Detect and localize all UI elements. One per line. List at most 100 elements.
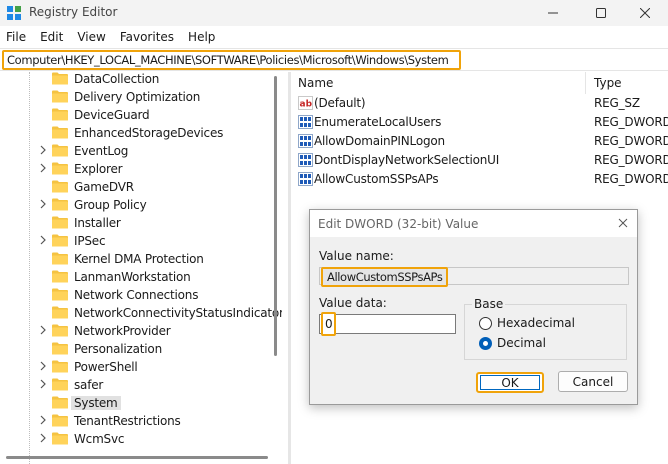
tree-item-label: Network Connections — [74, 288, 199, 302]
value-row[interactable]: AllowDomainPINLogon REG_DWORD — [292, 132, 668, 151]
tree-item[interactable]: EnhancedStorageDevices — [0, 124, 268, 142]
hexadecimal-radio[interactable] — [479, 317, 492, 330]
tree-vertical-scroll-thumb[interactable] — [274, 76, 277, 356]
tree-item[interactable]: EventLog — [0, 142, 268, 160]
chevron-right-icon[interactable] — [40, 145, 50, 157]
tree-item[interactable]: TenantRestrictions — [0, 412, 268, 430]
tree-item-label: Delivery Optimization — [74, 90, 201, 104]
tree-item-label: TenantRestrictions — [74, 414, 181, 428]
tree-item-label: EventLog — [74, 144, 129, 158]
cancel-button[interactable]: Cancel — [558, 371, 628, 392]
folder-icon — [52, 270, 68, 283]
value-data-text[interactable]: 0 — [321, 312, 336, 336]
tree-item[interactable]: Installer — [0, 214, 268, 232]
tree-item[interactable]: Personalization — [0, 340, 268, 358]
tree-item[interactable]: WcmSvc — [0, 430, 268, 448]
address-path-input[interactable]: Computer\HKEY_LOCAL_MACHINE\SOFTWARE\Pol… — [2, 50, 461, 70]
value-row[interactable]: ab (Default) REG_SZ — [292, 94, 668, 113]
tree-item[interactable]: Kernel DMA Protection — [0, 250, 268, 268]
menu-bar: File Edit View Favorites Help — [0, 27, 668, 47]
value-data-label: Value data: — [319, 296, 387, 310]
dialog-title: Edit DWORD (32-bit) Value — [318, 217, 479, 231]
tree-item-label: Explorer — [74, 162, 123, 176]
tree-item[interactable]: Explorer — [0, 160, 268, 178]
tree-item[interactable]: Delivery Optimization — [0, 88, 268, 106]
chevron-right-icon[interactable] — [40, 379, 50, 391]
key-tree-pane: DataCollection Delivery Optimization Devic… — [0, 72, 282, 464]
tree-item[interactable]: IPSec — [0, 232, 268, 250]
dialog-close-icon[interactable] — [615, 215, 631, 231]
value-row[interactable]: AllowCustomSSPsAPs REG_DWORD — [292, 170, 668, 189]
chevron-right-icon[interactable] — [40, 163, 50, 175]
maximize-icon — [596, 8, 606, 18]
tree-item-label: NetworkConnectivityStatusIndicator — [74, 306, 282, 320]
chevron-right-icon[interactable] — [40, 325, 50, 337]
chevron-right-icon[interactable] — [40, 415, 50, 427]
tree-horizontal-scroll-thumb[interactable] — [6, 456, 268, 459]
value-name-label: Value name: — [319, 249, 394, 263]
folder-icon — [52, 306, 68, 319]
folder-icon — [52, 396, 68, 409]
tree-item-label: System — [71, 396, 121, 410]
chevron-right-icon[interactable] — [40, 361, 50, 373]
value-row[interactable]: EnumerateLocalUsers REG_DWORD — [292, 113, 668, 132]
value-name: DontDisplayNetworkSelectionUI — [314, 153, 500, 167]
tree-vertical-scrollbar[interactable] — [272, 72, 278, 464]
tree-item[interactable]: DeviceGuard — [0, 106, 268, 124]
menu-favorites[interactable]: Favorites — [120, 30, 174, 44]
value-type: REG_DWORD — [594, 115, 668, 129]
chevron-right-icon[interactable] — [40, 235, 50, 247]
value-data-input[interactable]: 0 — [319, 312, 456, 336]
folder-icon — [52, 288, 68, 301]
column-divider[interactable] — [585, 72, 586, 94]
dword-value-icon — [298, 134, 313, 148]
title-bar: Registry Editor — [0, 0, 668, 26]
dialog-title-bar: Edit DWORD (32-bit) Value — [310, 210, 637, 237]
column-header-name[interactable]: Name — [298, 76, 333, 90]
folder-icon — [52, 90, 68, 103]
menu-view[interactable]: View — [77, 30, 105, 44]
ok-button-label: OK — [480, 375, 540, 390]
decimal-radio[interactable] — [479, 337, 492, 350]
hexadecimal-radio-label[interactable]: Hexadecimal — [497, 316, 575, 330]
folder-icon — [52, 432, 68, 445]
tree-item[interactable]: Network Connections — [0, 286, 268, 304]
tree-item-label: EnhancedStorageDevices — [74, 126, 224, 140]
tree-item[interactable]: DataCollection — [0, 72, 268, 88]
tree-item[interactable]: safer — [0, 376, 268, 394]
edit-dword-dialog: Edit DWORD (32-bit) Value Value name: Al… — [309, 209, 638, 405]
value-type: REG_DWORD — [594, 172, 668, 186]
tree-item[interactable]: Group Policy — [0, 196, 268, 214]
folder-icon — [52, 126, 68, 139]
chevron-right-icon[interactable] — [40, 199, 50, 211]
tree-item[interactable]: NetworkProvider — [0, 322, 268, 340]
tree-item[interactable]: GameDVR — [0, 178, 268, 196]
ok-button[interactable]: OK — [476, 372, 544, 393]
tree-horizontal-scrollbar[interactable] — [6, 455, 268, 460]
value-row[interactable]: DontDisplayNetworkSelectionUI REG_DWORD — [292, 151, 668, 170]
folder-icon — [52, 216, 68, 229]
folder-icon — [52, 234, 68, 247]
base-group-label: Base — [472, 297, 506, 311]
maximize-button[interactable] — [578, 0, 624, 26]
tree-item-label: IPSec — [74, 234, 106, 248]
menu-file[interactable]: File — [6, 30, 26, 44]
tree-item-label: DeviceGuard — [74, 108, 150, 122]
tree-item[interactable]: NetworkConnectivityStatusIndicator — [0, 304, 282, 322]
decimal-radio-label[interactable]: Decimal — [497, 336, 546, 350]
dword-value-icon — [298, 153, 313, 167]
tree-item-label: Personalization — [74, 342, 162, 356]
tree-item[interactable]: PowerShell — [0, 358, 268, 376]
tree-item-label: NetworkProvider — [74, 324, 171, 338]
menu-edit[interactable]: Edit — [40, 30, 63, 44]
minimize-button[interactable] — [530, 0, 576, 26]
column-header-type[interactable]: Type — [594, 76, 622, 90]
close-button[interactable] — [622, 0, 668, 26]
folder-icon — [52, 180, 68, 193]
chevron-right-icon[interactable] — [40, 433, 50, 445]
menu-help[interactable]: Help — [188, 30, 215, 44]
pane-splitter[interactable] — [288, 72, 291, 464]
tree-item-label: WcmSvc — [74, 432, 125, 446]
tree-item[interactable]: System — [0, 394, 268, 412]
tree-item[interactable]: LanmanWorkstation — [0, 268, 268, 286]
